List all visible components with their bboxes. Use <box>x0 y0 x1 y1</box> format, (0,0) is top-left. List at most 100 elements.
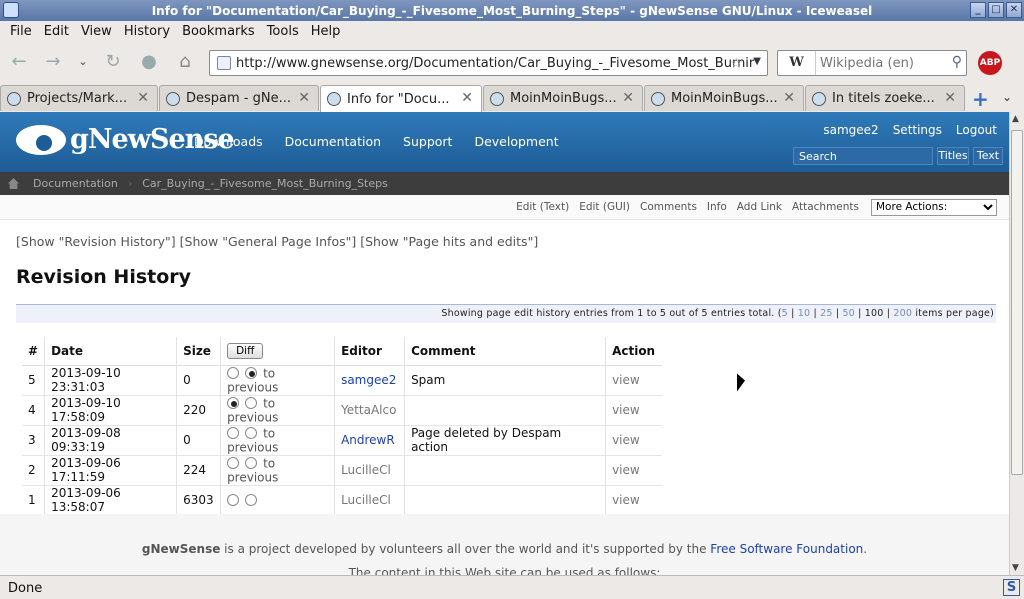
menu-file[interactable]: File <box>4 24 38 39</box>
breadcrumb-documentation[interactable]: Documentation <box>33 177 118 190</box>
scroll-up-arrow-icon[interactable]: ▲ <box>1012 114 1019 124</box>
page-size-200[interactable]: 200 <box>893 308 912 319</box>
view-link[interactable]: view <box>612 403 640 417</box>
info-link[interactable]: Info <box>707 201 727 213</box>
home-icon[interactable] <box>8 178 19 189</box>
page-size-5[interactable]: 5 <box>782 308 788 319</box>
tab-close-icon[interactable]: ✕ <box>461 90 473 106</box>
back-icon[interactable]: ← <box>6 49 32 75</box>
more-actions-select[interactable]: More Actions: <box>871 198 997 216</box>
maximize-button[interactable]: □ <box>988 2 1004 18</box>
diff-button[interactable]: Diff <box>227 342 264 359</box>
cell-size: 0 <box>176 424 221 455</box>
view-link[interactable]: view <box>612 493 640 507</box>
tab-close-icon[interactable]: ✕ <box>137 90 149 106</box>
editor-name[interactable]: AndrewR <box>341 433 395 447</box>
tab-moinmoinbugs-1[interactable]: MoinMoinBugs... ✕ <box>483 85 643 111</box>
edit-text-link[interactable]: Edit (Text) <box>516 201 569 213</box>
comments-link[interactable]: Comments <box>640 201 697 213</box>
scroll-down-arrow-icon[interactable]: ▼ <box>1012 563 1019 573</box>
diff-radio-old[interactable] <box>227 427 240 439</box>
show-page-hits-link[interactable]: Show "Page hits and edits" <box>365 234 533 249</box>
tab-projects[interactable]: Projects/Mark... ✕ <box>0 85 158 111</box>
diff-radio-new[interactable] <box>245 367 258 379</box>
menu-tools[interactable]: Tools <box>261 24 305 39</box>
search-bar[interactable]: W ⚲ <box>777 50 967 76</box>
diff-radio-old[interactable] <box>227 397 240 409</box>
home-icon[interactable]: ⌂ <box>172 49 198 75</box>
edit-gui-link[interactable]: Edit (GUI) <box>579 201 630 213</box>
tab-info-active[interactable]: Info for "Docu... ✕ <box>320 85 482 112</box>
editor-name[interactable]: samgee2 <box>341 373 396 387</box>
settings-link[interactable]: Settings <box>893 123 942 137</box>
view-link[interactable]: view <box>612 433 640 447</box>
minimize-button[interactable]: _ <box>970 2 986 18</box>
bookmark-star-icon[interactable]: ☆ <box>730 54 743 72</box>
tab-close-icon[interactable]: ✕ <box>298 90 310 106</box>
page-size-10[interactable]: 10 <box>798 308 811 319</box>
tab-list-icon[interactable]: ⌄ <box>1002 90 1012 104</box>
diff-radio-old[interactable] <box>227 457 240 469</box>
nav-support[interactable]: Support <box>403 134 452 149</box>
site-header: gNewSense Downloads Documentation Suppor… <box>0 112 1009 172</box>
cell-date: 2013-09-10 17:58:09 <box>44 394 177 425</box>
fsf-link[interactable]: Free Software Foundation <box>710 542 863 556</box>
page-size-25[interactable]: 25 <box>820 308 833 319</box>
menu-bookmarks[interactable]: Bookmarks <box>176 24 261 39</box>
url-text[interactable]: http://www.gnewsense.org/Documentation/C… <box>236 56 754 71</box>
vertical-scrollbar[interactable]: ▲ ▼ <box>1009 112 1024 575</box>
noscript-icon[interactable]: S <box>1003 579 1020 596</box>
stop-icon[interactable]: ● <box>136 49 162 75</box>
tab-close-icon[interactable]: ✕ <box>622 90 634 106</box>
diff-radio-new[interactable] <box>245 427 258 439</box>
page-size-50[interactable]: 50 <box>842 308 855 319</box>
site-nav: Downloads Documentation Support Developm… <box>194 134 559 149</box>
show-revision-history-link[interactable]: Show "Revision History" <box>21 234 171 249</box>
tab-moinmoinbugs-2[interactable]: MoinMoinBugs... ✕ <box>644 85 804 111</box>
menu-history[interactable]: History <box>118 24 176 39</box>
view-link[interactable]: view <box>612 373 640 387</box>
diff-radio-new[interactable] <box>245 397 258 409</box>
reload-icon[interactable]: ↻ <box>100 49 126 75</box>
tab-close-icon[interactable]: ✕ <box>783 90 795 106</box>
text-search-button[interactable]: Text <box>973 147 1003 165</box>
menu-help[interactable]: Help <box>305 24 347 39</box>
menu-edit[interactable]: Edit <box>38 24 75 39</box>
url-dropdown-icon[interactable]: ▼ <box>753 56 761 67</box>
site-search-input[interactable]: Search <box>793 147 933 165</box>
titles-search-button[interactable]: Titles <box>937 147 969 165</box>
attachments-link[interactable]: Attachments <box>792 201 859 213</box>
diff-radio-new[interactable] <box>245 493 258 506</box>
search-icon[interactable]: ⚲ <box>952 54 962 70</box>
close-window-button[interactable]: ✕ <box>1006 2 1022 18</box>
diff-radio-old[interactable] <box>227 493 240 506</box>
search-input[interactable] <box>816 55 936 71</box>
cell-comment: Page deleted by Despam action <box>404 424 606 455</box>
menu-view[interactable]: View <box>75 24 118 39</box>
tab-close-icon[interactable]: ✕ <box>944 90 956 106</box>
nav-documentation[interactable]: Documentation <box>285 134 381 149</box>
forward-icon[interactable]: → <box>40 49 66 75</box>
url-bar[interactable]: http://www.gnewsense.org/Documentation/C… <box>209 50 768 76</box>
tab-in-titels[interactable]: In titels zoeke... ✕ <box>805 85 965 111</box>
scrollbar-thumb[interactable] <box>1011 130 1023 475</box>
history-dropdown-icon[interactable]: ⌄ <box>70 49 96 75</box>
show-general-page-infos-link[interactable]: Show "General Page Infos" <box>185 234 352 249</box>
iceweasel-app-icon[interactable] <box>3 2 19 18</box>
new-tab-icon[interactable]: + <box>972 87 989 111</box>
search-engine-button[interactable]: W <box>778 51 816 75</box>
tab-label: MoinMoinBugs... <box>671 91 778 106</box>
logout-link[interactable]: Logout <box>956 123 997 137</box>
diff-radio-old[interactable] <box>227 367 240 379</box>
site-identity-icon[interactable] <box>217 56 231 70</box>
add-link-link[interactable]: Add Link <box>737 201 782 213</box>
diff-radio-new[interactable] <box>245 457 258 469</box>
nav-downloads[interactable]: Downloads <box>194 134 263 149</box>
cell-diff: to previous <box>220 424 335 455</box>
user-name-link[interactable]: samgee2 <box>823 123 878 137</box>
adblock-plus-icon[interactable]: ABP <box>978 51 1002 75</box>
breadcrumb-page[interactable]: Car_Buying_-_Fivesome_Most_Burning_Steps <box>142 177 388 190</box>
tab-despam[interactable]: Despam - gNe... ✕ <box>159 85 319 111</box>
nav-development[interactable]: Development <box>474 134 558 149</box>
view-link[interactable]: view <box>612 463 640 477</box>
